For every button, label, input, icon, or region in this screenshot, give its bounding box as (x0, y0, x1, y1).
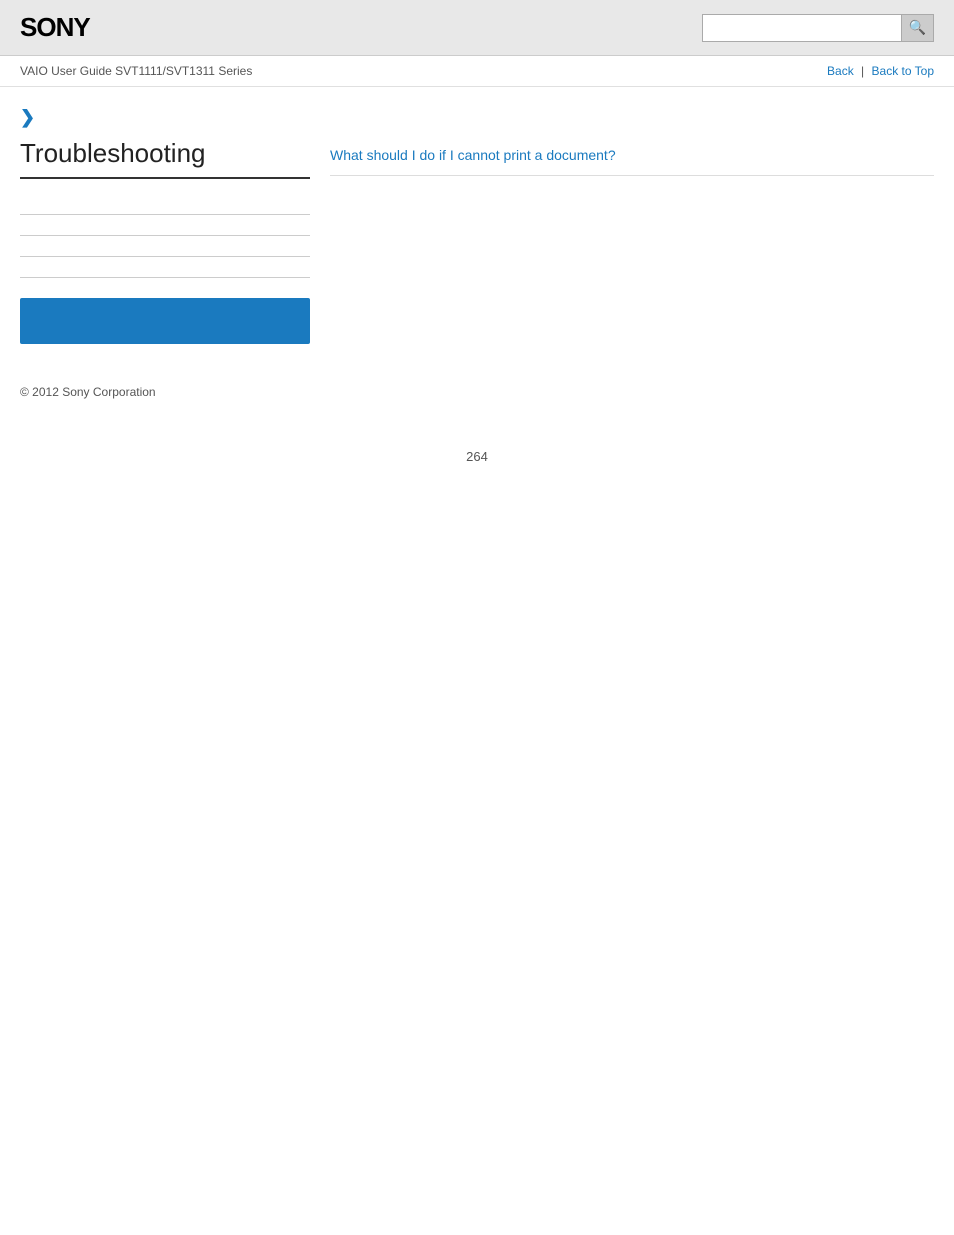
search-button[interactable]: 🔍 (902, 14, 934, 42)
search-input[interactable] (702, 14, 902, 42)
sidebar: ❯ Troubleshooting (20, 107, 310, 344)
search-container: 🔍 (702, 14, 934, 42)
back-to-top-link[interactable]: Back to Top (872, 64, 934, 78)
sidebar-chevron-icon: ❯ (20, 107, 35, 128)
sony-logo: SONY (20, 12, 90, 43)
sidebar-nav (20, 194, 310, 278)
page-number: 264 (0, 449, 954, 484)
search-icon: 🔍 (909, 19, 926, 36)
nav-links: Back | Back to Top (827, 64, 934, 78)
list-item (20, 236, 310, 257)
content-area: What should I do if I cannot print a doc… (330, 107, 934, 344)
main-content: ❯ Troubleshooting What should I do if I … (0, 87, 954, 364)
list-item (20, 194, 310, 215)
copyright-text: © 2012 Sony Corporation (20, 385, 156, 399)
back-link[interactable]: Back (827, 64, 854, 78)
page-header: SONY 🔍 (0, 0, 954, 56)
sidebar-blue-bar[interactable] (20, 298, 310, 344)
list-item (20, 257, 310, 278)
list-item (20, 215, 310, 236)
content-main-link[interactable]: What should I do if I cannot print a doc… (330, 147, 934, 176)
nav-separator: | (861, 64, 864, 78)
sidebar-title: Troubleshooting (20, 138, 310, 179)
nav-bar: VAIO User Guide SVT1111/SVT1311 Series B… (0, 56, 954, 87)
guide-title: VAIO User Guide SVT1111/SVT1311 Series (20, 64, 252, 78)
page-footer: © 2012 Sony Corporation (0, 364, 954, 409)
